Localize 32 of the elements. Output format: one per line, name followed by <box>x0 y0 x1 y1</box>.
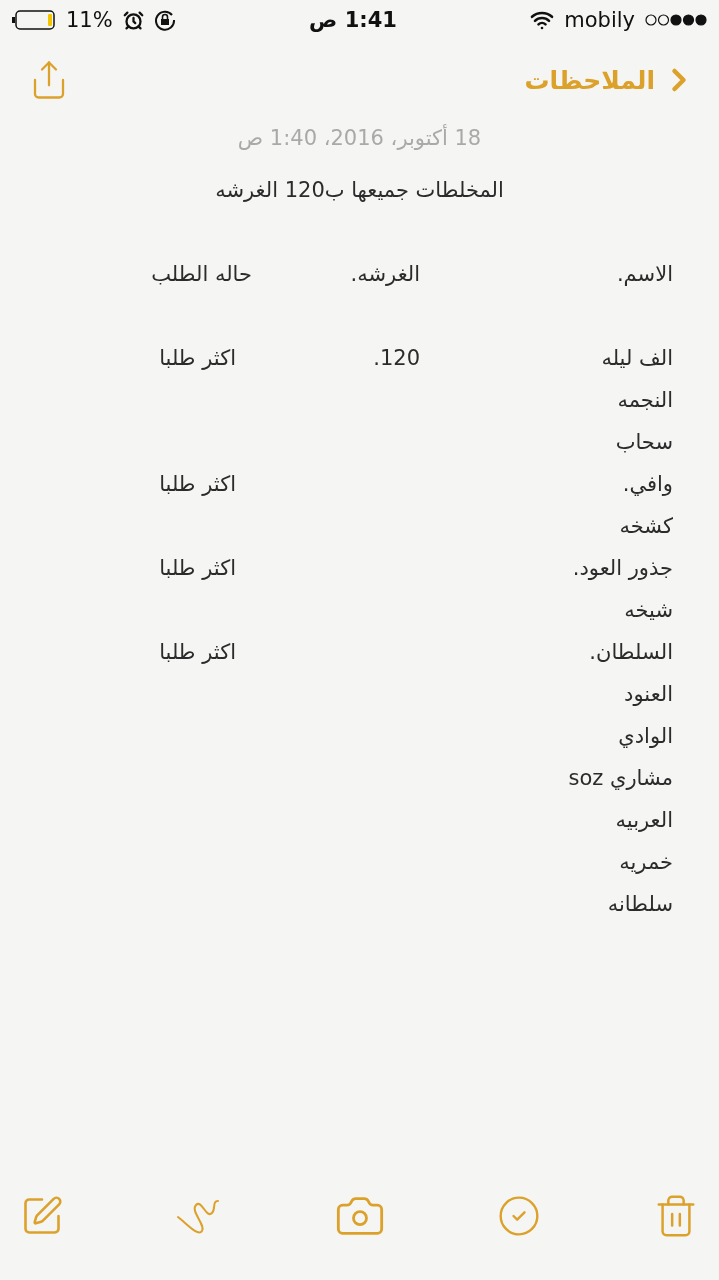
column-heading: الاسم. <box>615 261 673 288</box>
item-name: السلطان. <box>589 640 673 664</box>
item-name: سحاب <box>615 430 673 454</box>
item-name: سلطانه <box>607 892 673 916</box>
item-status: اكثر طلبا <box>159 346 236 370</box>
item-name: شيخه <box>624 598 673 622</box>
item-name: مشاري soz <box>568 766 673 790</box>
battery-percentage: 11% <box>66 8 113 32</box>
item-name: العربيه <box>615 808 673 832</box>
item-name: جذور العود. <box>572 556 673 580</box>
item-name: كشخه <box>619 514 673 538</box>
item-status: اكثر طلبا <box>159 472 236 496</box>
alarm-icon <box>122 9 144 31</box>
back-link[interactable]: الملاحظات <box>524 62 697 98</box>
rotation-lock-icon <box>153 9 176 31</box>
battery-icon <box>12 10 56 30</box>
item-status: اكثر طلبا <box>159 556 236 580</box>
item-name: خمريه <box>619 850 673 874</box>
item-name: الوادي <box>618 724 673 748</box>
carrier-name: mobily <box>564 8 635 32</box>
item-price: 120. <box>373 346 420 370</box>
note-title: المخلطات جميعها ب120 الغرشه <box>215 178 504 202</box>
signal-strength-icon <box>645 13 707 27</box>
item-status: اكثر طلبا <box>159 640 236 664</box>
note-date: 18 أكتوبر، 2016، 1:40 ص <box>237 126 482 150</box>
status-time: 1:41 ص <box>309 8 397 32</box>
item-name: الف ليله <box>601 346 673 370</box>
item-name: وافي. <box>622 472 673 496</box>
item-name: العنود <box>624 682 673 706</box>
item-name: النجمه <box>617 388 673 412</box>
column-heading: الغرشه. <box>349 261 420 288</box>
column-heading: حاله الطلب <box>150 261 252 288</box>
